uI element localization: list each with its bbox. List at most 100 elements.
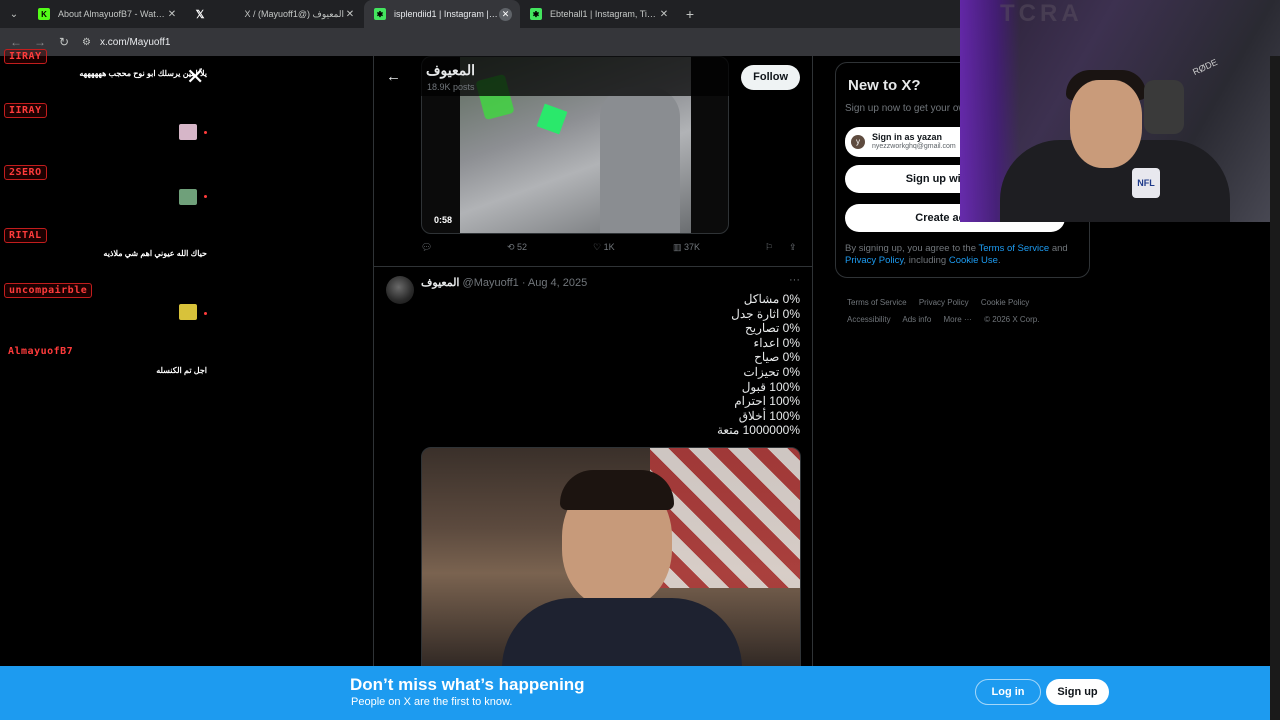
tweet-text: 0% مشاكل 0% اثارة جدل 0% تصاريح 0% اعداء…	[420, 292, 800, 438]
legal-text: .	[997, 255, 1001, 266]
tweet-line: 100% احترام	[734, 394, 800, 409]
webcam-overlay: TCRA RØDE NFL	[960, 0, 1280, 222]
emote-icon	[179, 124, 197, 140]
signup-legal-text: By signing up, you agree to the Terms of…	[845, 243, 1085, 267]
profile-header: ← المعيوف 18.9K posts Follow	[374, 56, 812, 96]
chat-username: RITAL	[4, 228, 47, 243]
tweet-line: 100% قبول	[741, 379, 800, 394]
linktree-icon: ✱	[374, 8, 386, 20]
nfl-shirt-logo-icon: NFL	[1132, 168, 1160, 198]
chat-dot	[204, 195, 207, 198]
footer-link[interactable]: More ···	[944, 315, 972, 324]
tweet-author[interactable]: المعيوف @Mayuoff1 · Aug 4, 2025	[421, 276, 587, 289]
login-button[interactable]: Log in	[975, 679, 1041, 705]
terms-link[interactable]: Terms of Service	[978, 243, 1049, 254]
sidebar-footer: Terms of Service Privacy Policy Cookie P…	[847, 294, 1087, 328]
tab-title: About AlmayuofB7 - Watch Live	[58, 9, 166, 19]
tweet-line: 0% تصاريح	[745, 321, 800, 336]
post-count: 18.9K posts	[427, 82, 475, 92]
signup-banner: Don’t miss what’s happening People on X …	[0, 666, 1270, 720]
like-count: 1K	[603, 242, 615, 252]
tweet-line: 1000000% متعة	[717, 423, 800, 438]
tab-title: Ebtehall1 | Instagram, TikTok | L	[550, 9, 658, 19]
more-options-icon[interactable]: ···	[789, 274, 800, 286]
google-account-name: Sign in as yazan	[872, 132, 943, 142]
chat-message: اجل تم الكنسله	[156, 366, 207, 375]
close-icon[interactable]: ✕	[166, 9, 178, 20]
chat-dot	[204, 131, 207, 134]
back-arrow-icon[interactable]: ←	[386, 68, 401, 85]
view-count: 37K	[684, 242, 701, 252]
legal-text: and	[1049, 243, 1068, 254]
video-duration: 0:58	[434, 215, 453, 225]
x-logo-icon: ✕	[186, 64, 205, 89]
new-tab-plus-icon[interactable]: +	[678, 6, 702, 22]
tab-title: isplendiid1 | Instagram | Linktree	[394, 9, 499, 19]
divider	[374, 266, 812, 267]
footer-link[interactable]: Accessibility	[847, 315, 891, 324]
stream-chat-overlay: IIRAY يلاً امين يرسلك ابو نوح محجب ههههه…	[0, 44, 215, 389]
cookie-link[interactable]: Cookie Use	[949, 255, 998, 266]
linktree-icon: ✱	[530, 8, 542, 20]
tab-linktree-ebtehall1[interactable]: ✱ Ebtehall1 | Instagram, TikTok | L ✕	[520, 0, 678, 28]
author-handle-date: @Mayuoff1 · Aug 4, 2025	[462, 277, 588, 289]
banner-subtext: People on X are the first to know.	[351, 696, 513, 708]
google-account-avatar: y	[851, 135, 865, 149]
retweet-count: 52	[517, 242, 528, 252]
tweet-line: 0% اعداء	[753, 335, 800, 350]
microphone-icon	[1144, 80, 1184, 134]
signup-card-title: New to X?	[848, 77, 921, 94]
avatar[interactable]	[386, 276, 414, 304]
footer-link[interactable]: Privacy Policy	[919, 298, 969, 307]
google-account-email: nyezzworkghq@gmail.com	[872, 143, 956, 150]
kick-icon: K	[38, 8, 50, 20]
tweet-line: 0% اثارة جدل	[731, 306, 800, 321]
share-icon[interactable]: ⇪	[789, 242, 797, 253]
screen: ⌄ K About AlmayuofB7 - Watch Live ✕ 𝕏 X …	[0, 0, 1280, 720]
tab-search-chevron-icon[interactable]: ⌄	[0, 0, 28, 28]
privacy-link[interactable]: Privacy Policy	[845, 255, 903, 266]
tab-x-profile[interactable]: X / (Mayuoff1@) المعيوف ✕	[214, 0, 364, 28]
reply-icon[interactable]: 💬︎	[421, 242, 432, 253]
footer-link[interactable]: Ads info	[902, 315, 931, 324]
close-icon[interactable]: ✕	[499, 7, 512, 21]
chat-dot	[204, 312, 207, 315]
retweet-button[interactable]: ⟲ 52	[507, 242, 527, 253]
signup-button[interactable]: Sign up	[1046, 679, 1109, 705]
bookmark-icon[interactable]: ⚐	[765, 242, 773, 253]
chat-message: حياك الله عيوني اهم شي ملاذيه	[103, 249, 207, 258]
chat-username: uncompairble	[4, 283, 93, 298]
chat-username: 2SERO	[4, 165, 47, 180]
views-button[interactable]: ▥ 37K	[673, 242, 700, 253]
emote-icon	[179, 189, 197, 205]
scrollbar[interactable]	[1270, 56, 1280, 720]
author-name: المعيوف	[421, 277, 460, 289]
tab-x-pinned[interactable]: 𝕏	[186, 0, 214, 28]
footer-link[interactable]: Terms of Service	[847, 298, 907, 307]
close-icon[interactable]: ✕	[658, 9, 670, 20]
chat-username: IIRAY	[4, 49, 47, 64]
tweet-line: 100% أخلاق	[738, 408, 800, 423]
tab-title: X / (Mayuoff1@) المعيوف	[244, 8, 344, 19]
tweet-line: 0% مشاكل	[743, 292, 800, 306]
tweet-actions: 💬︎ ⟲ 52 ♡ 1K ▥ 37K ⚐ ⇪	[421, 242, 804, 258]
footer-link[interactable]: Cookie Policy	[981, 298, 1029, 307]
tab-kick[interactable]: K About AlmayuofB7 - Watch Live ✕	[28, 0, 186, 28]
tweet-line: 0% صياح	[754, 350, 800, 365]
like-button[interactable]: ♡ 1K	[593, 242, 615, 253]
tweet-line: 0% تحيزات	[743, 364, 800, 379]
chat-username: IIRAY	[4, 103, 47, 118]
banner-headline: Don’t miss what’s happening	[350, 675, 585, 694]
emote-icon	[179, 304, 197, 320]
tweet-photo[interactable]	[421, 447, 801, 666]
profile-name: المعيوف	[426, 62, 475, 78]
chat-username: AlmayuofB7	[8, 346, 74, 357]
x-icon: 𝕏	[195, 8, 205, 21]
footer-copyright: © 2026 X Corp.	[984, 315, 1040, 324]
legal-text: , including	[903, 255, 949, 266]
legal-text: By signing up, you agree to the	[845, 243, 979, 254]
tab-linktree-isplendiid1[interactable]: ✱ isplendiid1 | Instagram | Linktree ✕	[364, 0, 520, 28]
timeline-column: ← المعيوف 18.9K posts Follow 0:58 💬︎ ⟲ 5…	[373, 56, 813, 666]
follow-button[interactable]: Follow	[741, 65, 800, 90]
close-icon[interactable]: ✕	[344, 9, 356, 20]
